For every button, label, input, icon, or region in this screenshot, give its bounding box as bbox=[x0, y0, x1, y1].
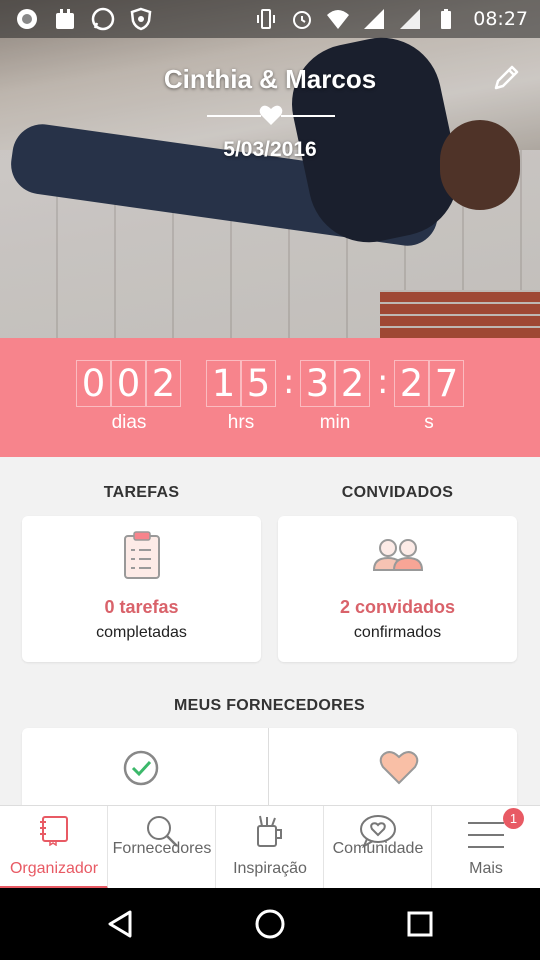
seconds-digit-2: 7 bbox=[429, 360, 464, 407]
circle-app-icon bbox=[14, 6, 40, 32]
colon-separator: : bbox=[283, 362, 295, 402]
tab-inspiracao[interactable]: Inspiração bbox=[216, 806, 324, 889]
mug-icon bbox=[256, 815, 282, 847]
tarefas-subtitle: completadas bbox=[96, 624, 187, 641]
hero-photo bbox=[0, 0, 540, 338]
minutes-label: min bbox=[319, 412, 351, 433]
recents-icon[interactable] bbox=[402, 906, 438, 942]
colon-separator: : bbox=[377, 362, 389, 402]
notebook-icon bbox=[39, 816, 68, 846]
signal-2-icon bbox=[397, 6, 423, 32]
status-bar: 08:27 bbox=[0, 0, 540, 38]
tarefas-title: TAREFAS bbox=[103, 484, 180, 501]
convidados-title: CONVIDADOS bbox=[341, 484, 454, 501]
tab-organizador-label: Organizador bbox=[9, 860, 99, 877]
bottom-tab-bar: Organizador Fornecedores Inspiração Comu… bbox=[0, 805, 540, 889]
battery-icon bbox=[433, 6, 459, 32]
convidados-subtitle: confirmados bbox=[353, 624, 442, 641]
tarefas-card[interactable]: 0 tarefas completadas bbox=[22, 516, 261, 662]
hours-label: hrs bbox=[227, 412, 255, 433]
edit-button[interactable] bbox=[490, 62, 522, 94]
calendar-icon bbox=[52, 6, 78, 32]
shield-icon bbox=[128, 6, 154, 32]
hours-digit-1: 1 bbox=[206, 360, 241, 407]
wedding-date: 5/03/2016 bbox=[223, 138, 317, 161]
fornecedores-title: MEUS FORNECEDORES bbox=[174, 697, 365, 714]
vibrate-icon bbox=[253, 6, 279, 32]
countdown-panel: 0 0 2 1 5 : 3 2 : 2 7 dias hrs min s bbox=[0, 338, 540, 457]
days-label: dias bbox=[111, 412, 147, 433]
days-digit-1: 0 bbox=[76, 360, 111, 407]
android-nav-bar bbox=[0, 888, 540, 960]
seconds-digit-1: 2 bbox=[394, 360, 429, 407]
seconds-label: s bbox=[424, 412, 434, 433]
signal-icon bbox=[361, 6, 387, 32]
convidados-card[interactable]: 2 convidados confirmados bbox=[278, 516, 517, 662]
tab-comunidade-label: Comunidade bbox=[332, 840, 424, 857]
tab-inspiracao-label: Inspiração bbox=[233, 860, 307, 877]
home-icon[interactable] bbox=[252, 906, 288, 942]
minutes-digit-2: 2 bbox=[335, 360, 370, 407]
tab-comunidade[interactable]: Comunidade bbox=[324, 806, 432, 889]
tab-mais-label: Mais bbox=[469, 860, 503, 877]
heart-icon bbox=[379, 751, 419, 785]
card-divider bbox=[268, 728, 269, 808]
couple-names: Cinthia & Marcos bbox=[163, 64, 377, 94]
back-icon[interactable] bbox=[102, 906, 138, 942]
tarefas-count: 0 tarefas bbox=[104, 597, 179, 617]
whatsapp-icon bbox=[90, 6, 116, 32]
notification-badge: 1 bbox=[503, 808, 524, 829]
days-digit-3: 2 bbox=[146, 360, 181, 407]
wifi-icon bbox=[325, 6, 351, 32]
heart-icon bbox=[259, 105, 283, 125]
pencil-icon bbox=[494, 65, 519, 90]
guests-icon bbox=[372, 539, 423, 571]
tab-fornecedores-label: Fornecedores bbox=[112, 840, 212, 857]
menu-icon bbox=[468, 822, 504, 848]
minutes-digit-1: 3 bbox=[300, 360, 335, 407]
check-circle-icon bbox=[123, 750, 159, 786]
clipboard-icon bbox=[123, 531, 160, 579]
clock-time: 08:27 bbox=[473, 8, 528, 30]
tab-fornecedores[interactable]: Fornecedores bbox=[108, 806, 216, 889]
heart-divider bbox=[207, 104, 335, 130]
tab-organizador[interactable]: Organizador bbox=[0, 806, 108, 889]
days-digit-2: 0 bbox=[111, 360, 146, 407]
alarm-icon bbox=[289, 6, 315, 32]
hours-digit-2: 5 bbox=[241, 360, 276, 407]
convidados-count: 2 convidados bbox=[339, 597, 456, 617]
